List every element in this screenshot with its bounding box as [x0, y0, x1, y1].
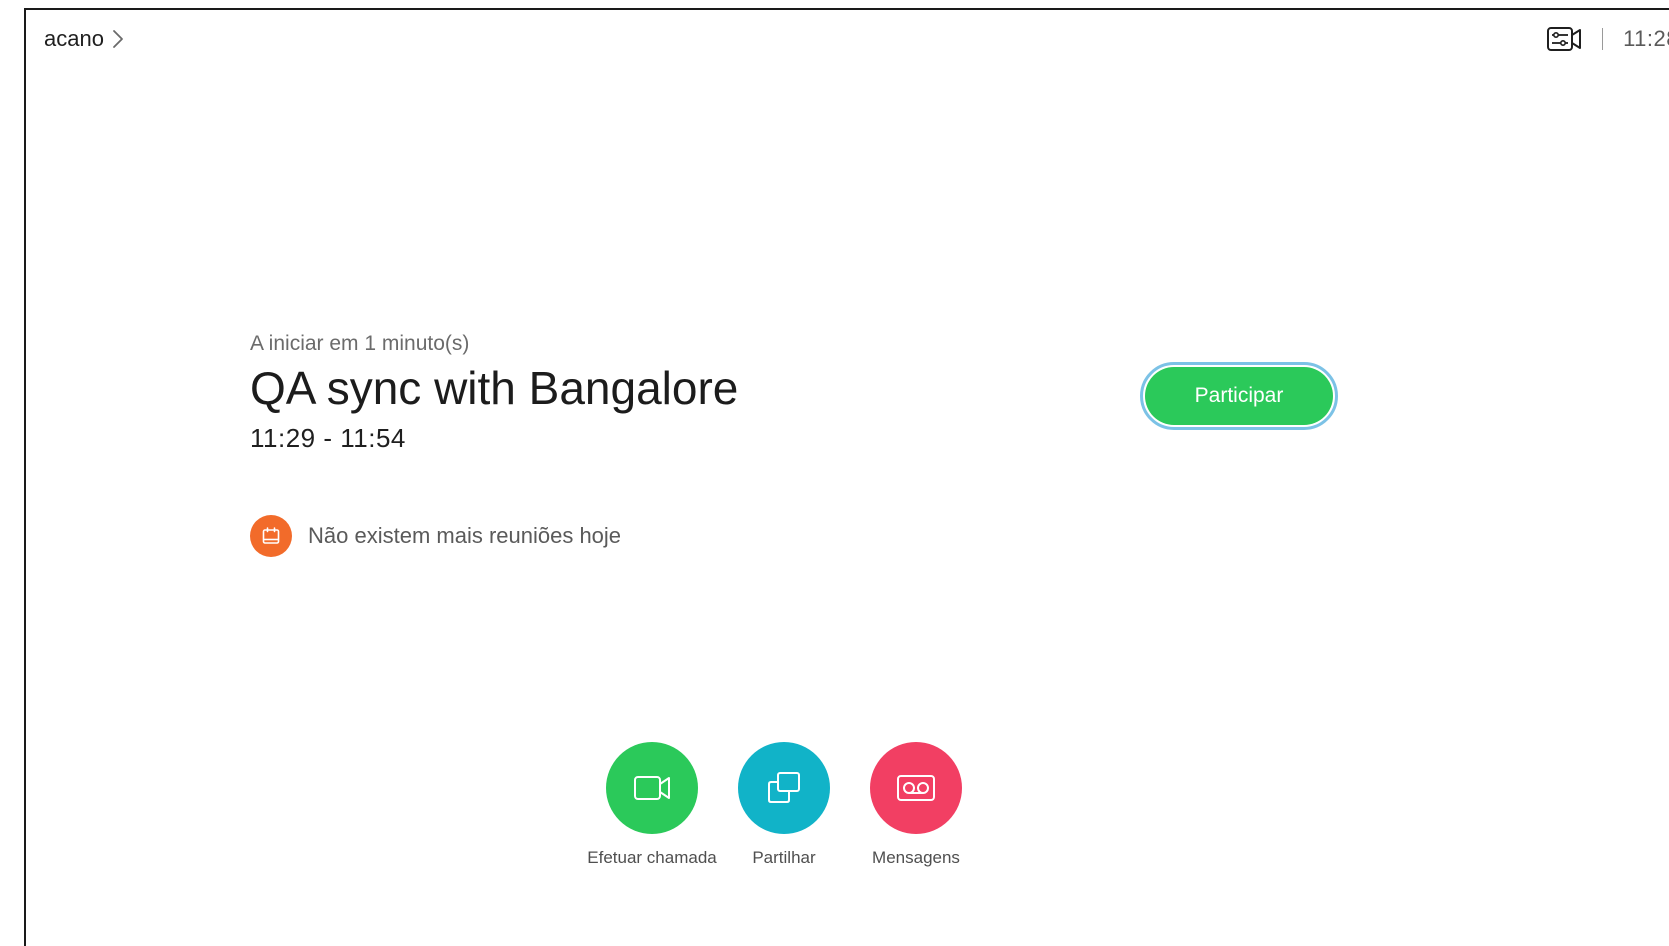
join-button-focus-ring[interactable]: Participar: [1140, 362, 1338, 430]
camera-controls-icon[interactable]: [1546, 24, 1582, 54]
no-more-meetings-text: Não existem mais reuniões hoje: [308, 523, 622, 548]
share-screen-icon: [768, 772, 800, 803]
clock: 11:28: [1623, 26, 1669, 51]
share-button[interactable]: [738, 742, 830, 834]
touch-panel-screen: acano 11:28 A iniciar em 1 minuto(s) QA …: [24, 8, 1669, 946]
upcoming-meeting: A iniciar em 1 minuto(s) QA sync with Ba…: [250, 332, 738, 454]
chevron-right-icon: [113, 30, 123, 48]
calendar-icon: [262, 527, 280, 544]
messages-label: Mensagens: [872, 848, 960, 867]
meeting-title: QA sync with Bangalore: [250, 362, 739, 414]
join-button[interactable]: Participar: [1145, 367, 1333, 425]
messages-action[interactable]: Mensagens: [870, 742, 962, 868]
system-name-button[interactable]: acano: [44, 26, 126, 52]
messages-button[interactable]: [870, 742, 962, 834]
meeting-starting-in: A iniciar em 1 minuto(s): [250, 332, 470, 355]
system-name: acano: [44, 26, 104, 51]
call-action[interactable]: Efetuar chamada: [587, 742, 717, 868]
call-button[interactable]: [606, 742, 698, 834]
video-camera-icon: [634, 776, 670, 800]
status-divider: [1602, 28, 1604, 50]
no-more-meetings-notice: Não existem mais reuniões hoje: [250, 515, 621, 557]
share-action[interactable]: Partilhar: [738, 742, 830, 868]
call-label: Efetuar chamada: [587, 848, 717, 867]
meeting-time-range: 11:29 - 11:54: [250, 422, 406, 453]
home-actions: Efetuar chamada Partilhar Mensagens: [587, 742, 962, 868]
status-bar: 11:28: [1546, 24, 1669, 54]
share-label: Partilhar: [752, 848, 816, 867]
calendar-badge: [250, 515, 292, 557]
voicemail-icon: [897, 775, 935, 801]
